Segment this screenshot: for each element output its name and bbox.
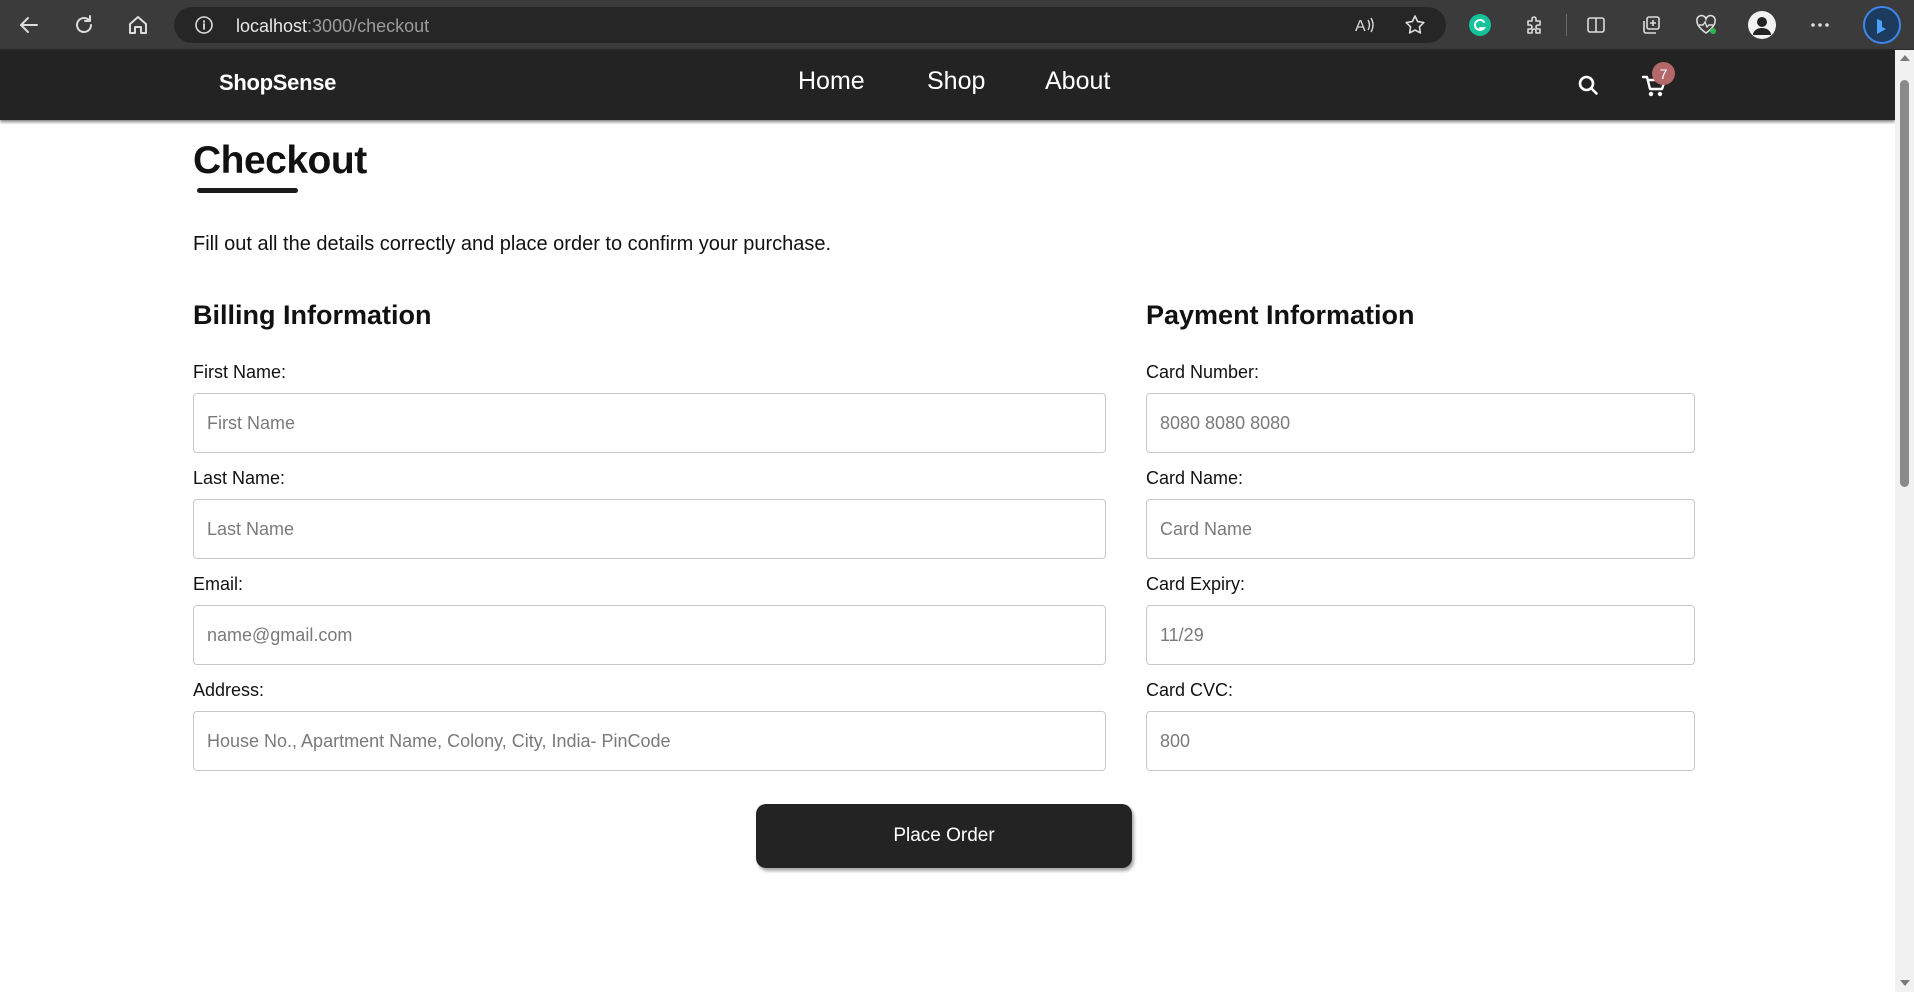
billing-section-title: Billing Information xyxy=(193,300,432,330)
card-cvc-label: Card CVC: xyxy=(1146,680,1234,700)
refresh-icon[interactable] xyxy=(67,8,101,42)
collections-icon[interactable] xyxy=(1634,8,1668,42)
grammarly-icon[interactable] xyxy=(1463,8,1497,42)
svg-text:A: A xyxy=(1355,18,1366,35)
address-label: Address: xyxy=(193,680,265,700)
bing-copilot-icon[interactable] xyxy=(1862,5,1902,45)
url-text[interactable]: localhost:3000/checkout xyxy=(236,16,429,37)
brand-logo[interactable]: ShopSense xyxy=(219,70,336,96)
scroll-down-arrow-icon[interactable] xyxy=(1900,980,1910,986)
site-header: ShopSense Home Shop About 7 xyxy=(0,50,1895,120)
card-name-label: Card Name: xyxy=(1146,468,1244,488)
page-scrollbar[interactable] xyxy=(1895,50,1914,992)
more-menu-icon[interactable] xyxy=(1803,8,1837,42)
scroll-up-arrow-icon[interactable] xyxy=(1900,55,1910,61)
url-path: :3000/checkout xyxy=(307,16,430,36)
card-name-input[interactable] xyxy=(1146,499,1695,559)
url-host: localhost xyxy=(236,16,308,36)
home-icon[interactable] xyxy=(121,8,155,42)
split-screen-icon[interactable] xyxy=(1579,8,1613,42)
title-underline xyxy=(197,188,298,193)
address-bar[interactable]: localhost:3000/checkout A xyxy=(174,7,1446,43)
payment-section-title: Payment Information xyxy=(1146,300,1415,330)
profile-avatar-icon[interactable] xyxy=(1745,8,1779,42)
last-name-input[interactable] xyxy=(193,499,1106,559)
cart-count-badge: 7 xyxy=(1652,62,1675,85)
card-number-label: Card Number: xyxy=(1146,362,1260,382)
card-cvc-input[interactable] xyxy=(1146,711,1695,771)
first-name-label: First Name: xyxy=(193,362,287,382)
nav-shop[interactable]: Shop xyxy=(927,67,985,96)
back-icon[interactable] xyxy=(12,8,46,42)
place-order-button[interactable]: Place Order xyxy=(756,804,1132,868)
card-number-input[interactable] xyxy=(1146,393,1695,453)
email-input[interactable] xyxy=(193,605,1106,665)
scroll-thumb[interactable] xyxy=(1900,80,1909,487)
extensions-icon[interactable] xyxy=(1518,8,1552,42)
page-subtitle: Fill out all the details correctly and p… xyxy=(193,233,832,255)
address-input[interactable] xyxy=(193,711,1106,771)
browser-toolbar: localhost:3000/checkout A xyxy=(0,0,1914,50)
info-icon[interactable] xyxy=(194,15,214,35)
nav-about[interactable]: About xyxy=(1045,67,1110,96)
toolbar-separator xyxy=(1566,14,1567,36)
search-icon[interactable] xyxy=(1575,72,1601,98)
page-title: Checkout xyxy=(193,139,367,182)
card-expiry-label: Card Expiry: xyxy=(1146,574,1246,594)
last-name-label: Last Name: xyxy=(193,468,286,488)
card-expiry-input[interactable] xyxy=(1146,605,1695,665)
read-aloud-icon[interactable]: A xyxy=(1352,13,1376,37)
first-name-input[interactable] xyxy=(193,393,1106,453)
browser-essentials-icon[interactable] xyxy=(1689,8,1723,42)
email-label: Email: xyxy=(193,574,244,594)
nav-home[interactable]: Home xyxy=(798,67,865,96)
favorite-star-icon[interactable] xyxy=(1403,13,1427,37)
